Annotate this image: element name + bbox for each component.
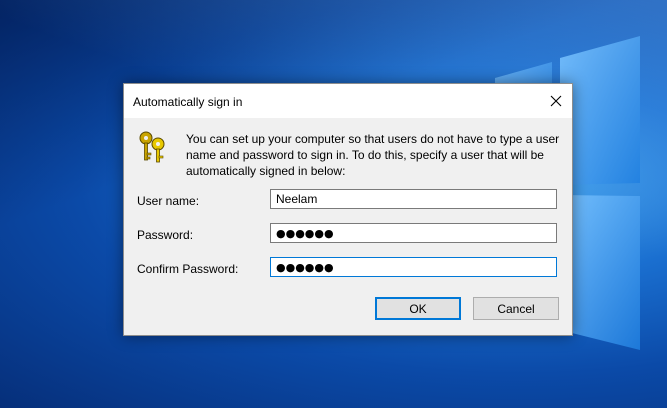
- title-bar: Automatically sign in: [124, 84, 572, 118]
- ok-button[interactable]: OK: [375, 297, 461, 320]
- confirm-password-field[interactable]: ●●●●●●: [270, 257, 557, 277]
- cancel-button[interactable]: Cancel: [473, 297, 559, 320]
- auto-sign-in-dialog: Automatically sign in You can set up you…: [123, 83, 573, 336]
- password-field[interactable]: ●●●●●●: [270, 223, 557, 243]
- password-label: Password:: [137, 228, 194, 242]
- confirm-password-label: Confirm Password:: [137, 262, 239, 276]
- username-label: User name:: [137, 194, 200, 208]
- username-field[interactable]: Neelam: [270, 189, 557, 209]
- dialog-title: Automatically sign in: [133, 95, 243, 109]
- close-icon: [550, 95, 562, 107]
- dialog-description: You can set up your computer so that use…: [186, 132, 560, 178]
- keys-icon: [139, 131, 165, 163]
- close-button[interactable]: [540, 84, 572, 118]
